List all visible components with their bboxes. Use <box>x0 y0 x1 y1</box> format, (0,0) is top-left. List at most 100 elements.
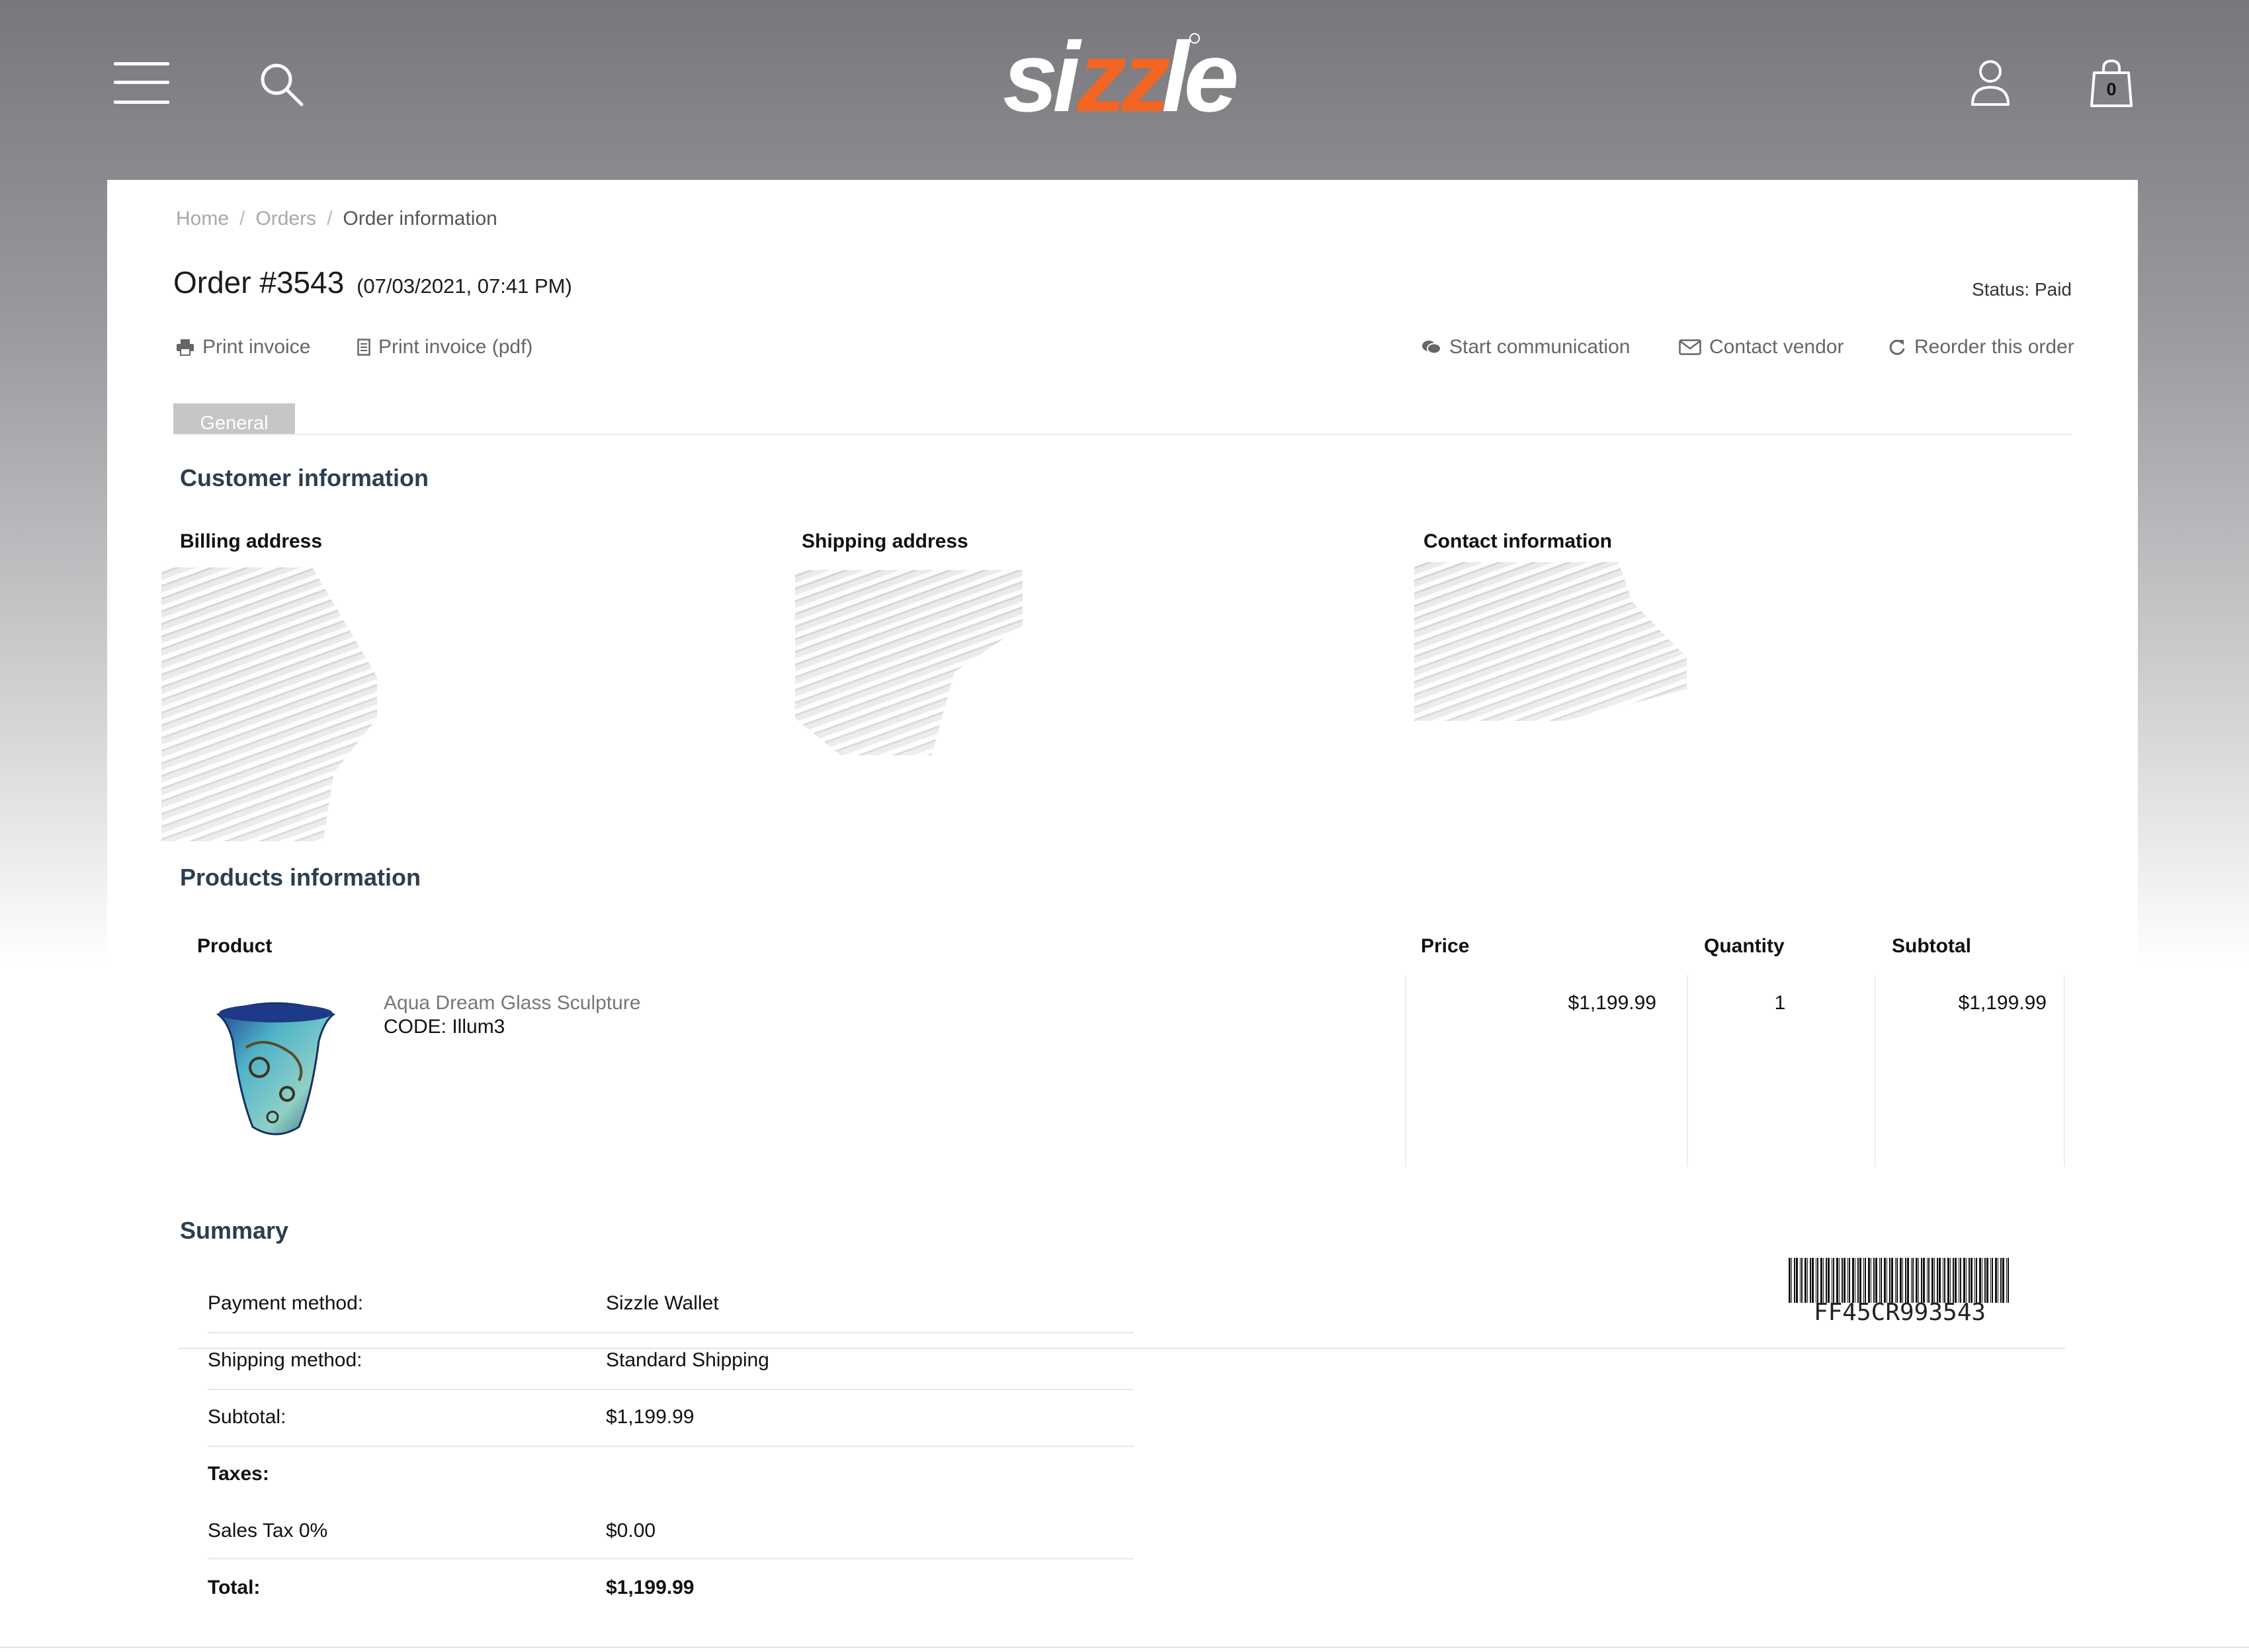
barcode-bar <box>1912 1258 1914 1303</box>
column-divider <box>1875 975 1876 1167</box>
barcode-bar <box>1947 1258 1949 1303</box>
user-account-icon[interactable] <box>1969 58 2012 107</box>
page-title: Order #3543 (07/03/2021, 07:41 PM) <box>173 265 572 300</box>
barcode-bar <box>1857 1258 1859 1303</box>
order-datetime: (07/03/2021, 07:41 PM) <box>357 274 572 298</box>
barcode-bar <box>1849 1258 1850 1303</box>
quantity-column-header: Quantity <box>1704 935 1785 957</box>
tab-divider <box>173 434 2072 435</box>
taxes-label: Taxes: <box>208 1463 269 1485</box>
product-quantity: 1 <box>1774 992 1786 1014</box>
barcode-bar <box>1863 1258 1864 1303</box>
sales-tax-label: Sales Tax 0% <box>208 1520 328 1542</box>
start-communication-link[interactable]: Start communication <box>1422 336 1630 358</box>
product-code: CODE: Illum3 <box>384 1016 505 1038</box>
barcode-bar <box>1791 1258 1792 1303</box>
sales-tax-value: $0.00 <box>606 1520 656 1542</box>
svg-text:zz: zz <box>1076 26 1170 119</box>
barcode-bar <box>1976 1258 1977 1303</box>
barcode-bar <box>1820 1258 1822 1303</box>
barcode-bar <box>1921 1258 1922 1303</box>
menu-button[interactable] <box>114 61 169 106</box>
barcode-bar <box>1939 1258 1941 1303</box>
svg-text:si: si <box>1003 26 1082 119</box>
barcode-bar <box>1984 1258 1986 1303</box>
summary-divider <box>208 1558 1134 1559</box>
barcode-bar <box>1800 1258 1801 1303</box>
search-icon[interactable] <box>258 61 306 108</box>
barcode-bar <box>1944 1258 1945 1303</box>
envelope-icon <box>1679 339 1701 355</box>
footer-divider <box>0 1647 2249 1648</box>
print-invoice-pdf-link[interactable]: Print invoice (pdf) <box>357 336 532 358</box>
status-badge: Status: Paid <box>1972 279 2072 300</box>
contact-vendor-link[interactable]: Contact vendor <box>1679 336 1844 358</box>
print-invoice-link[interactable]: Print invoice <box>176 336 310 358</box>
barcode-bar <box>1833 1258 1834 1303</box>
breadcrumb-current: Order information <box>343 208 497 229</box>
barcode-bar <box>1995 1258 1997 1303</box>
product-subtotal: $1,199.99 <box>1958 992 2047 1014</box>
barcode-bar <box>1847 1258 1848 1303</box>
barcode-bar <box>1896 1258 1898 1303</box>
breadcrumb-home[interactable]: Home <box>176 208 229 229</box>
contact-information-heading: Contact information <box>1423 530 1612 552</box>
barcode-bar <box>1916 1258 1918 1303</box>
barcode-bar <box>1796 1258 1798 1303</box>
barcode-bar <box>1891 1258 1893 1303</box>
reorder-label: Reorder this order <box>1914 336 2074 358</box>
order-number: Order #3543 <box>173 265 345 300</box>
payment-method-label: Payment method: <box>208 1292 364 1314</box>
barcode-bar <box>1902 1258 1903 1303</box>
cart-count-badge: 0 <box>2106 79 2117 99</box>
barcode-bar <box>1865 1258 1866 1303</box>
barcode-code: FF45CR993543 <box>1813 1299 1986 1326</box>
summary-divider <box>208 1389 1134 1390</box>
barcode-bar <box>1844 1258 1846 1303</box>
barcode-bar <box>1879 1258 1880 1303</box>
product-name-link[interactable]: Aqua Dream Glass Sculpture <box>384 992 641 1014</box>
breadcrumb-separator: / <box>327 208 333 229</box>
barcode-bar <box>1873 1258 1875 1303</box>
column-divider <box>2064 975 2065 1167</box>
product-price: $1,199.99 <box>1568 992 1656 1014</box>
contact-information-redacted <box>1414 562 1687 721</box>
contact-vendor-label: Contact vendor <box>1709 336 1844 358</box>
barcode-bar <box>1789 1258 1791 1303</box>
barcode-bar <box>1928 1258 1930 1303</box>
barcode-bar <box>2000 1258 2002 1303</box>
barcode-bar <box>1875 1258 1877 1303</box>
barcode-bar <box>1895 1258 1896 1303</box>
barcode-bar <box>1931 1258 1933 1303</box>
barcode-bar <box>1794 1258 1795 1303</box>
shopping-bag-icon[interactable]: 0 <box>2090 58 2133 108</box>
barcode-bar <box>1974 1258 1975 1303</box>
barcode-bar <box>1900 1258 1902 1303</box>
barcode-bar <box>1990 1258 1991 1303</box>
barcode-bar <box>2002 1258 2004 1303</box>
barcode-bar <box>1812 1258 1814 1303</box>
reorder-link[interactable]: Reorder this order <box>1888 336 2074 358</box>
order-panel: Home / Orders / Order information Order #354… <box>107 180 2138 1652</box>
barcode-bar <box>1852 1258 1854 1303</box>
barcode-bar <box>1992 1258 1993 1303</box>
barcode-bar <box>1817 1258 1818 1303</box>
breadcrumb-orders[interactable]: Orders <box>255 208 316 229</box>
barcode-bar <box>1826 1258 1827 1303</box>
payment-method-value: Sizzle Wallet <box>606 1292 719 1314</box>
shipping-address-heading: Shipping address <box>802 530 968 552</box>
barcode-bar <box>1963 1258 1965 1303</box>
barcode-bar <box>2008 1258 2009 1303</box>
customer-information-heading: Customer information <box>180 464 429 491</box>
summary-divider <box>208 1446 1134 1447</box>
total-label: Total: <box>208 1577 261 1598</box>
barcode-bar <box>1868 1258 1870 1303</box>
barcode-bar <box>1905 1258 1906 1303</box>
summary-divider <box>208 1332 1134 1333</box>
product-image[interactable] <box>213 995 339 1140</box>
barcode-bar <box>1889 1258 1890 1303</box>
barcode-bar <box>1950 1258 1951 1303</box>
tab-general[interactable]: General <box>173 403 295 435</box>
sizzle-logo[interactable]: si zz le <box>1003 21 1242 132</box>
document-icon <box>357 339 370 356</box>
